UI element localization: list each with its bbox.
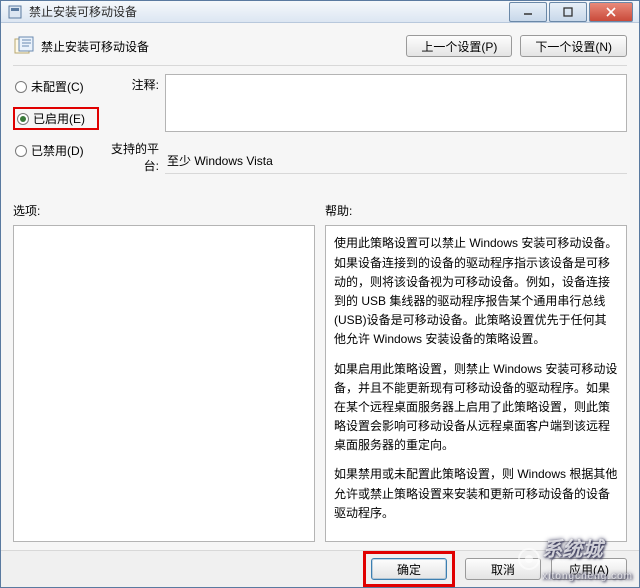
cancel-button[interactable]: 取消	[465, 558, 541, 580]
prev-setting-button[interactable]: 上一个设置(P)	[406, 35, 512, 57]
dialog-window: 禁止安装可移动设备 禁止安装可移动设备 上一个设置(P) 下一个设置(N)	[0, 0, 640, 588]
highlight-ok: 确定	[363, 551, 455, 587]
setting-icon	[13, 35, 35, 57]
help-column: 帮助: 使用此策略设置可以禁止 Windows 安装可移动设备。如果设备连接到的…	[325, 202, 627, 542]
apply-button[interactable]: 应用(A)	[551, 558, 627, 580]
lower-area: 选项: 帮助: 使用此策略设置可以禁止 Windows 安装可移动设备。如果设备…	[13, 202, 627, 542]
window-title: 禁止安装可移动设备	[29, 3, 507, 20]
help-box: 使用此策略设置可以禁止 Windows 安装可移动设备。如果设备连接到的设备的驱…	[325, 225, 627, 542]
maximize-button[interactable]	[549, 2, 587, 22]
help-paragraph: 使用此策略设置可以禁止 Windows 安装可移动设备。如果设备连接到的设备的驱…	[334, 234, 618, 349]
radio-icon	[15, 145, 27, 157]
titlebar: 禁止安装可移动设备	[1, 1, 639, 23]
close-button[interactable]	[589, 2, 633, 22]
config-area: 未配置(C) 已启用(E) 已禁用(D) 注释:	[13, 74, 627, 180]
platform-value: 至少 Windows Vista	[165, 152, 627, 174]
radio-disabled[interactable]: 已禁用(D)	[13, 140, 99, 161]
comment-input[interactable]	[165, 74, 627, 132]
setting-title: 禁止安装可移动设备	[41, 38, 398, 55]
footer: 确定 取消 应用(A) 系统城 xitongcheng.com	[1, 550, 639, 587]
header-row: 禁止安装可移动设备 上一个设置(P) 下一个设置(N)	[13, 31, 627, 66]
content-area: 禁止安装可移动设备 上一个设置(P) 下一个设置(N) 未配置(C) 已启用(E…	[1, 23, 639, 550]
options-box	[13, 225, 315, 542]
policy-icon	[7, 4, 23, 20]
radio-group: 未配置(C) 已启用(E) 已禁用(D)	[13, 74, 99, 180]
options-label: 选项:	[13, 202, 315, 219]
next-setting-button[interactable]: 下一个设置(N)	[520, 35, 627, 57]
fields-column: 注释: 支持的平台: 至少 Windows Vista	[109, 74, 627, 180]
help-paragraph: 如果启用此策略设置，则禁止 Windows 安装可移动设备，并且不能更新现有可移…	[334, 360, 618, 456]
comment-label: 注释:	[109, 74, 165, 93]
options-column: 选项:	[13, 202, 315, 542]
highlight-enabled: 已启用(E)	[13, 107, 99, 130]
ok-button[interactable]: 确定	[371, 558, 447, 580]
platform-label: 支持的平台:	[109, 138, 165, 174]
window-controls	[507, 2, 633, 22]
comment-row: 注释:	[109, 74, 627, 132]
minimize-button[interactable]	[509, 2, 547, 22]
help-label: 帮助:	[325, 202, 627, 219]
radio-label: 已禁用(D)	[31, 142, 84, 159]
radio-not-configured[interactable]: 未配置(C)	[13, 76, 99, 97]
radio-label: 未配置(C)	[31, 78, 84, 95]
radio-label: 已启用(E)	[33, 110, 85, 127]
radio-icon	[17, 113, 29, 125]
help-paragraph: 如果禁用或未配置此策略设置，则 Windows 根据其他允许或禁止策略设置来安装…	[334, 465, 618, 523]
radio-icon	[15, 81, 27, 93]
platform-row: 支持的平台: 至少 Windows Vista	[109, 138, 627, 174]
radio-enabled[interactable]: 已启用(E)	[17, 110, 95, 127]
